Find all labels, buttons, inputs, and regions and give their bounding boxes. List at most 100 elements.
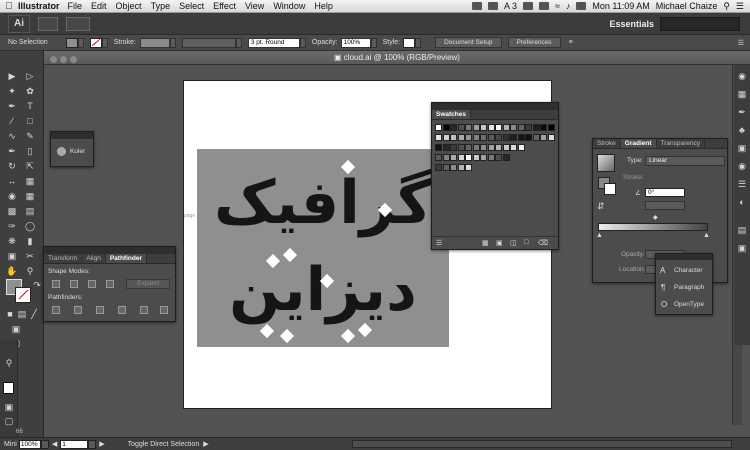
gradient-type-select[interactable]: Linear [645, 156, 725, 166]
swatches-panel-titlebar[interactable] [432, 103, 558, 110]
stroke-dropdown[interactable] [101, 37, 108, 48]
none-mode-icon[interactable]: ╱ [28, 309, 40, 319]
swatch-cell[interactable] [435, 154, 442, 161]
adobe-badge[interactable]: A 3 [504, 1, 517, 11]
outline-icon[interactable] [140, 306, 148, 314]
swatch-cell[interactable] [450, 134, 457, 141]
swatch-cell[interactable] [450, 144, 457, 151]
swatch-cell[interactable] [465, 144, 472, 151]
next-artboard-icon[interactable]: ▶ [99, 440, 104, 448]
swatch-cell[interactable] [457, 164, 465, 171]
free-transform-icon[interactable]: ▦ [24, 176, 36, 186]
swatch-cell[interactable] [435, 144, 442, 151]
swatch-cell[interactable] [547, 124, 555, 131]
profile-dropdown[interactable] [235, 37, 242, 48]
fill-dropdown[interactable] [77, 37, 84, 48]
intersect-icon[interactable] [88, 280, 96, 288]
gradient-angle-field[interactable]: 0° [645, 188, 685, 197]
color-mode-icon[interactable]: ■ [4, 309, 16, 319]
eraser-icon[interactable]: ▯ [24, 146, 36, 156]
shape-builder-icon[interactable]: ◉ [6, 191, 18, 201]
scale-tool-icon[interactable]: ⇱ [24, 161, 36, 171]
swatch-cell[interactable] [450, 154, 457, 161]
artboard-navigation-field[interactable]: 1 [60, 439, 89, 449]
direct-selection-tool-icon[interactable]: ▷ [24, 71, 36, 81]
close-window-icon[interactable] [50, 56, 57, 63]
dock-screen-icon[interactable]: ▢ [3, 416, 15, 426]
swatch-cell[interactable] [487, 134, 495, 141]
graph-tool-icon[interactable]: ▮ [24, 236, 36, 246]
swatch-cell[interactable] [517, 134, 525, 141]
gradient-preview-swatch[interactable] [597, 154, 615, 172]
tab-transform[interactable]: Transform [44, 254, 83, 263]
pen-tool-icon[interactable]: ✒ [6, 101, 18, 111]
swatch-libraries-icon[interactable]: ☰ [436, 239, 442, 247]
aspect-ratio-field[interactable] [645, 201, 685, 210]
swatch-cell[interactable] [435, 124, 442, 131]
slice-tool-icon[interactable]: ✂ [24, 251, 36, 261]
swatch-cell[interactable] [502, 134, 510, 141]
kuler-icon[interactable] [57, 147, 66, 156]
exclude-icon[interactable] [106, 280, 114, 288]
swatch-cell[interactable] [465, 134, 472, 141]
dock-layers-icon[interactable]: ▤ [736, 225, 748, 235]
swatch-cell[interactable] [465, 164, 472, 171]
swatch-cell[interactable] [457, 134, 465, 141]
artwork-text-line-1[interactable]: گرافیک [197, 163, 449, 243]
swatch-cell[interactable] [517, 124, 525, 131]
line-tool-icon[interactable]: ⁄ [6, 116, 18, 126]
gradient-tool-icon[interactable]: ▤ [24, 206, 36, 216]
gradient-stop-left[interactable]: ▲ [596, 232, 603, 239]
swatch-options-icon[interactable]: ▣ [496, 239, 503, 247]
width-tool-icon[interactable]: ↔ [6, 176, 18, 186]
artboard-tool-icon[interactable]: ▣ [6, 251, 18, 261]
swatch-cell[interactable] [480, 144, 487, 151]
kuler-panel-titlebar[interactable] [51, 132, 93, 139]
menu-file[interactable]: File [68, 1, 83, 11]
swatch-cell[interactable] [435, 134, 442, 141]
menu-clock[interactable]: Mon 11:09 AM [592, 1, 649, 11]
paintbrush-icon[interactable]: ∿ [6, 131, 18, 141]
swatch-cell[interactable] [495, 124, 502, 131]
dock-graphic-styles-icon[interactable]: ▣ [736, 143, 748, 153]
swatch-cell[interactable] [442, 124, 450, 131]
swatch-cell[interactable] [487, 124, 495, 131]
minus-front-icon[interactable] [70, 280, 78, 288]
opentype-icon[interactable]: O [661, 300, 667, 309]
swatch-cell[interactable] [487, 144, 495, 151]
kuler-label[interactable]: Kuler [70, 148, 85, 155]
battery-icon[interactable] [576, 2, 587, 10]
tab-stroke[interactable]: Stroke [593, 139, 621, 148]
swatch-cell[interactable] [525, 124, 532, 131]
swatch-cell[interactable] [465, 154, 472, 161]
menu-object[interactable]: Object [116, 1, 142, 11]
swatch-cell[interactable] [457, 154, 465, 161]
preferences-button[interactable]: Preferences [507, 37, 561, 48]
dock-artboards-icon[interactable]: ▣ [736, 243, 748, 253]
gradient-midpoint[interactable]: ◆ [653, 214, 658, 221]
menu-type[interactable]: Type [151, 1, 171, 11]
dock-color-guide-icon[interactable]: ▦ [736, 89, 748, 99]
rectangle-tool-icon[interactable]: □ [24, 116, 36, 126]
blend-tool-icon[interactable]: ◯ [24, 221, 36, 231]
dock-brushes-icon[interactable]: ✒ [736, 107, 748, 117]
control-bar-menu-icon[interactable]: ☰ [738, 39, 744, 47]
tab-swatches[interactable]: Swatches [432, 110, 471, 119]
gradient-slider[interactable] [598, 223, 708, 231]
swatch-cell[interactable] [465, 124, 472, 131]
merge-icon[interactable] [96, 306, 104, 314]
swatch-cell[interactable] [450, 164, 457, 171]
swatch-cell[interactable] [510, 134, 517, 141]
status-menu-icon[interactable]: ▶ [203, 440, 208, 448]
trim-icon[interactable] [74, 306, 82, 314]
menu-select[interactable]: Select [179, 1, 204, 11]
tab-transparency[interactable]: Transparency [657, 139, 706, 148]
help-search-input[interactable] [660, 16, 740, 31]
swatch-cell[interactable] [502, 154, 510, 161]
reverse-gradient-icon[interactable]: ⇵ [597, 201, 605, 212]
dock-square-icon[interactable]: ▣ [3, 402, 15, 412]
wifi-icon[interactable]: ≈ [555, 1, 560, 11]
swatch-cell[interactable] [517, 144, 525, 151]
drawing-modes-icon[interactable]: ▣ [10, 324, 22, 334]
bridge-button[interactable] [38, 16, 58, 31]
